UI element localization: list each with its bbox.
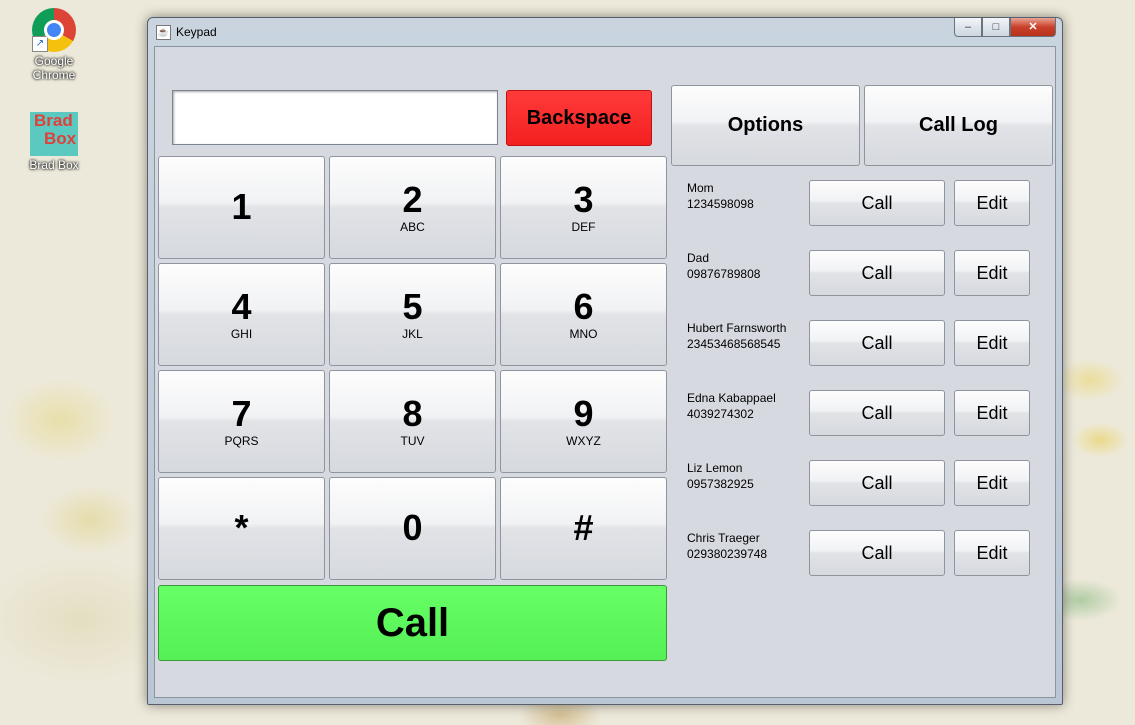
keypad-key-6[interactable]: 7 PQRS <box>158 370 325 473</box>
title-bar[interactable]: ☕ Keypad – □ ✕ <box>148 18 1062 46</box>
contact-number: 23453468568545 <box>687 337 781 351</box>
contact-name: Hubert Farnsworth <box>687 321 787 335</box>
content-pane: Backspace 1 2 ABC 3 DEF 4 GHI 5 JKL 6 MNO 7 PQRS 8 TUV… <box>154 46 1056 698</box>
minimize-button[interactable]: – <box>954 18 982 37</box>
keypad-letters: TUV <box>400 433 425 448</box>
contact-info: Hubert Farnsworth 23453468568545 <box>687 320 786 352</box>
keypad-key-3[interactable]: 4 GHI <box>158 263 325 366</box>
keypad-digit: # <box>573 506 594 548</box>
shortcut-arrow-icon: ↗ <box>32 36 48 52</box>
bradbox-icon: Brad Box <box>30 112 78 156</box>
contact-call-button[interactable]: Call <box>809 180 945 226</box>
contact-name: Liz Lemon <box>687 461 743 475</box>
call-log-button[interactable]: Call Log <box>864 85 1053 166</box>
contact-edit-button[interactable]: Edit <box>954 460 1030 506</box>
keypad-letters: ABC <box>400 219 425 234</box>
keypad-digit: 4 <box>231 285 252 327</box>
keypad-digit: 9 <box>573 392 594 434</box>
keypad-letters: WXYZ <box>566 433 601 448</box>
keypad-letters: PQRS <box>224 433 259 448</box>
keypad-digit: 8 <box>402 392 423 434</box>
keypad-letters: MNO <box>569 326 598 341</box>
window-title: Keypad <box>176 25 217 39</box>
keypad-window: ☕ Keypad – □ ✕ Backspace 1 2 ABC 3 DEF 4 GHI 5 J… <box>147 17 1063 705</box>
contact-number: 4039274302 <box>687 407 754 421</box>
keypad-letters: JKL <box>402 326 423 341</box>
contact-info: Liz Lemon 0957382925 <box>687 460 754 492</box>
contact-call-button[interactable]: Call <box>809 250 945 296</box>
keypad-digit: 0 <box>402 506 423 548</box>
contact-call-button[interactable]: Call <box>809 530 945 576</box>
contact-number: 09876789808 <box>687 267 761 281</box>
contact-number: 0957382925 <box>687 477 754 491</box>
contact-edit-button[interactable]: Edit <box>954 180 1030 226</box>
keypad-key-2[interactable]: 3 DEF <box>500 156 667 259</box>
keypad-key-8[interactable]: 9 WXYZ <box>500 370 667 473</box>
contact-edit-button[interactable]: Edit <box>954 250 1030 296</box>
window-controls: – □ ✕ <box>954 18 1056 37</box>
keypad-key-5[interactable]: 6 MNO <box>500 263 667 366</box>
contact-info: Chris Traeger 029380239748 <box>687 530 767 562</box>
keypad-digit: 6 <box>573 285 594 327</box>
contact-edit-button[interactable]: Edit <box>954 530 1030 576</box>
options-button[interactable]: Options <box>671 85 860 166</box>
contact-name: Chris Traeger <box>687 531 760 545</box>
chrome-icon: ↗ <box>32 8 76 52</box>
desktop-icon-label: Chrome <box>32 68 76 82</box>
contact-name: Mom <box>687 181 714 195</box>
contact-name: Dad <box>687 251 710 265</box>
bradbox-logo-text: Box <box>44 129 77 148</box>
call-button[interactable]: Call <box>158 585 667 661</box>
contact-edit-button[interactable]: Edit <box>954 390 1030 436</box>
contact-info: Mom 1234598098 <box>687 180 754 212</box>
keypad-digit: 7 <box>231 392 252 434</box>
number-display-field[interactable] <box>172 90 498 145</box>
keypad-digit: 1 <box>231 185 252 227</box>
keypad-digit: 5 <box>402 285 423 327</box>
keypad-letters: GHI <box>230 326 253 341</box>
desktop-icon-label: Google <box>34 54 74 68</box>
keypad-key-4[interactable]: 5 JKL <box>329 263 496 366</box>
desktop-icon-bradbox[interactable]: Brad Box Brad Box <box>16 112 92 172</box>
keypad-key-9[interactable]: * <box>158 477 325 580</box>
bradbox-logo-text: Brad <box>34 112 73 130</box>
maximize-button[interactable]: □ <box>982 18 1010 37</box>
contact-info: Dad 09876789808 <box>687 250 760 282</box>
contact-edit-button[interactable]: Edit <box>954 320 1030 366</box>
contact-number: 029380239748 <box>687 547 768 561</box>
keypad-letters: DEF <box>571 219 596 234</box>
keypad-key-11[interactable]: # <box>500 477 667 580</box>
desktop-icon-chrome[interactable]: ↗ Google Chrome <box>16 8 92 82</box>
close-button[interactable]: ✕ <box>1010 18 1056 37</box>
keypad-key-0[interactable]: 1 <box>158 156 325 259</box>
contact-info: Edna Kabappael 4039274302 <box>687 390 776 422</box>
contact-call-button[interactable]: Call <box>809 320 945 366</box>
contact-call-button[interactable]: Call <box>809 460 945 506</box>
keypad-key-7[interactable]: 8 TUV <box>329 370 496 473</box>
contact-name: Edna Kabappael <box>687 391 776 405</box>
java-app-icon: ☕ <box>156 25 171 40</box>
keypad-digit: * <box>234 506 249 548</box>
keypad-key-1[interactable]: 2 ABC <box>329 156 496 259</box>
backspace-button[interactable]: Backspace <box>506 90 652 146</box>
contact-call-button[interactable]: Call <box>809 390 945 436</box>
contact-number: 1234598098 <box>687 197 754 211</box>
keypad-digit: 3 <box>573 178 594 220</box>
keypad-digit: 2 <box>402 178 423 220</box>
desktop-icon-label: Brad Box <box>29 158 79 172</box>
keypad-key-10[interactable]: 0 <box>329 477 496 580</box>
